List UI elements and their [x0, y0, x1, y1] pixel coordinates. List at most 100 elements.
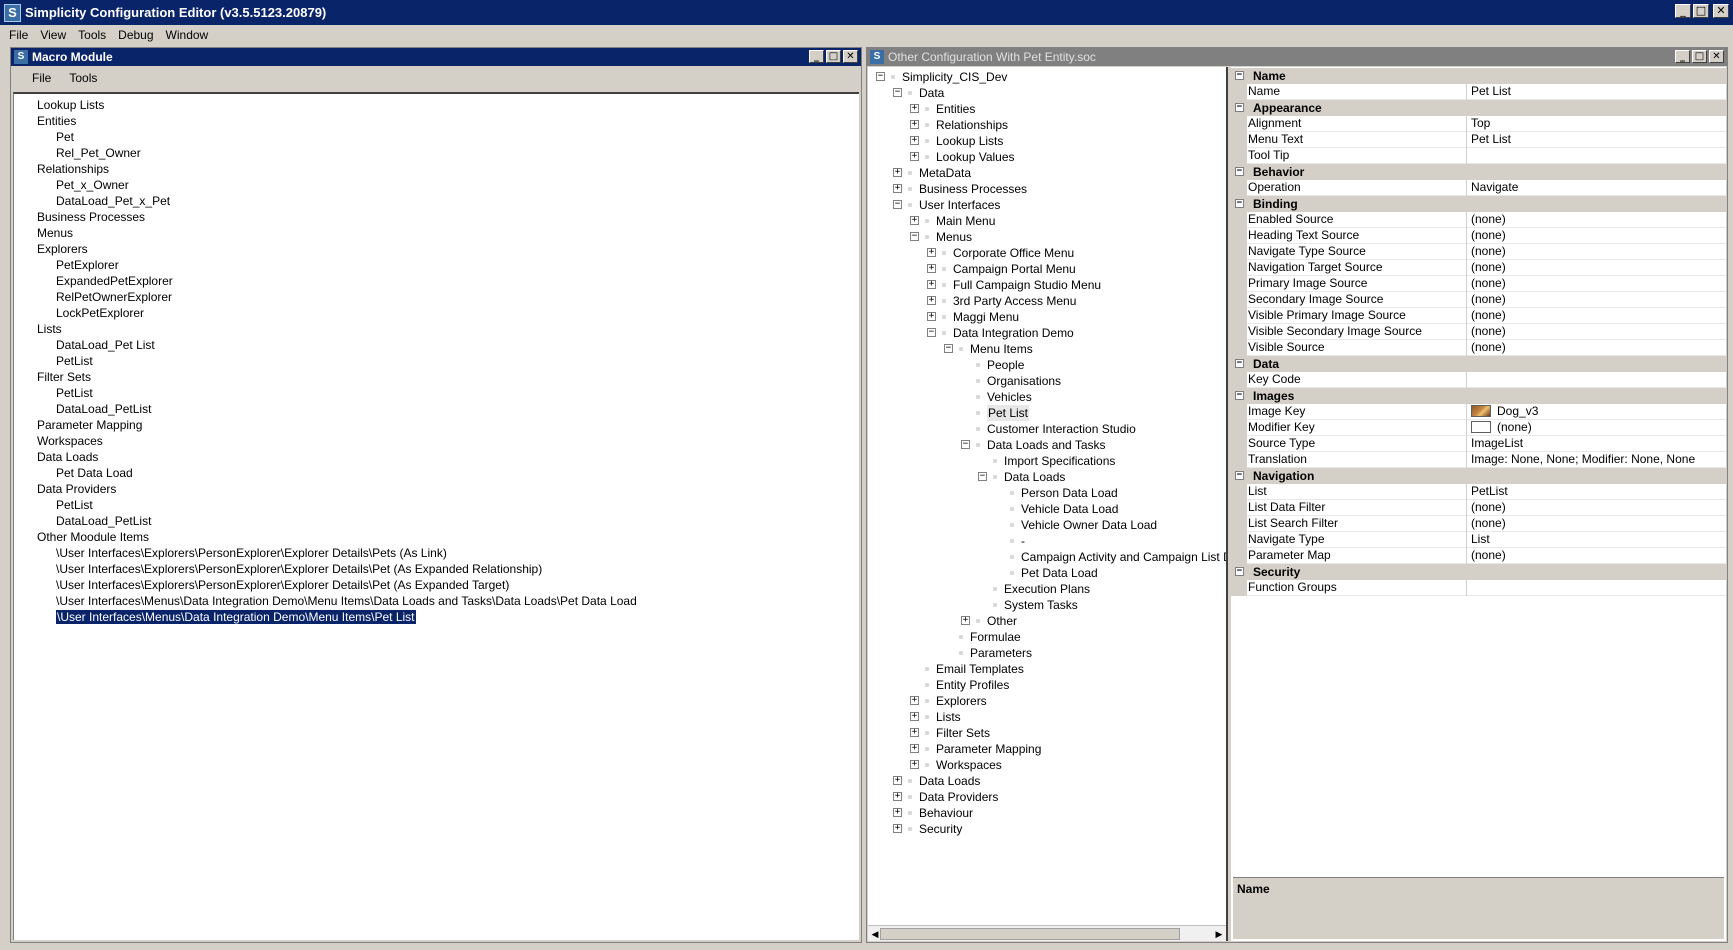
configuration-tree[interactable]: − Simplicity_CIS_Dev − Data + Entities + Relati… [868, 67, 1226, 837]
config-close-button[interactable]: ✕ [1709, 50, 1724, 63]
tree-node[interactable]: Import Specifications [868, 453, 1226, 469]
minimize-button[interactable]: _ [1675, 4, 1691, 18]
macro-list-item[interactable]: PetList [14, 385, 859, 401]
property-row[interactable]: Enabled Source (none) [1231, 212, 1726, 228]
macro-menu-file[interactable]: File [23, 71, 60, 85]
property-row[interactable]: Alignment Top [1231, 116, 1726, 132]
tree-node[interactable]: − Data Loads and Tasks [868, 437, 1226, 453]
property-value[interactable]: List [1469, 532, 1726, 548]
property-value[interactable]: (none) [1469, 228, 1726, 244]
close-button[interactable]: ✕ [1713, 4, 1729, 18]
macro-items-list[interactable]: Lookup Lists Entities Pet Rel_Pet_Owner Rela… [13, 92, 859, 940]
macro-list-item[interactable]: Lookup Lists [14, 97, 859, 113]
property-row[interactable]: Modifier Key (none) [1231, 420, 1726, 436]
macro-close-button[interactable]: ✕ [843, 50, 858, 63]
tree-node[interactable]: + Corporate Office Menu [868, 245, 1226, 261]
macro-list-item[interactable]: Lists [14, 321, 859, 337]
expand-icon[interactable]: + [910, 136, 919, 145]
macro-list-item[interactable]: RelPetOwnerExplorer [14, 289, 859, 305]
property-row[interactable]: Menu Text Pet List [1231, 132, 1726, 148]
tree-node[interactable]: + Lists [868, 709, 1226, 725]
scrollbar-thumb[interactable] [880, 928, 1180, 940]
expand-icon[interactable]: + [910, 760, 919, 769]
tree-node[interactable]: + Lookup Lists [868, 133, 1226, 149]
macro-list-item[interactable]: Parameter Mapping [14, 417, 859, 433]
macro-list-item[interactable]: Menus [14, 225, 859, 241]
collapse-icon[interactable]: − [927, 328, 936, 337]
tree-node[interactable]: System Tasks [868, 597, 1226, 613]
tree-node[interactable]: Vehicle Data Load [868, 501, 1226, 517]
tree-node[interactable]: + Relationships [868, 117, 1226, 133]
macro-list-item[interactable]: PetExplorer [14, 257, 859, 273]
expand-icon[interactable]: + [910, 696, 919, 705]
property-value[interactable]: Image: None, None; Modifier: None, None [1469, 452, 1726, 468]
menu-debug[interactable]: Debug [112, 28, 159, 42]
tree-node[interactable]: + Other [868, 613, 1226, 629]
tree-node[interactable]: +3rd Party Access Menu [868, 293, 1226, 309]
collapse-icon[interactable]: − [1235, 167, 1244, 176]
tree-node[interactable]: Pet List [868, 405, 1226, 421]
property-category[interactable]: − Name [1231, 68, 1726, 84]
expand-icon[interactable]: + [893, 776, 902, 785]
menu-view[interactable]: View [34, 28, 72, 42]
scroll-left-arrow-icon[interactable]: ◀ [870, 928, 880, 940]
tree-node[interactable]: + Behaviour [868, 805, 1226, 821]
property-value[interactable]: Top [1469, 116, 1726, 132]
collapse-icon[interactable]: − [910, 232, 919, 241]
property-value[interactable]: (none) [1469, 548, 1726, 564]
expand-icon[interactable]: + [910, 104, 919, 113]
property-value[interactable]: (none) [1469, 212, 1726, 228]
scroll-right-arrow-icon[interactable]: ▶ [1214, 928, 1224, 940]
macro-menu-tools[interactable]: Tools [60, 71, 106, 85]
expand-icon[interactable]: + [927, 296, 936, 305]
menu-tools[interactable]: Tools [72, 28, 112, 42]
macro-maximize-button[interactable]: □ [826, 50, 841, 63]
property-row[interactable]: Key Code [1231, 372, 1726, 388]
property-row[interactable]: + Function Groups [1231, 580, 1726, 596]
property-value[interactable]: (none) [1469, 244, 1726, 260]
property-value[interactable]: (none) [1469, 324, 1726, 340]
property-value[interactable]: (none) [1469, 308, 1726, 324]
collapse-icon[interactable]: − [1235, 391, 1244, 400]
macro-list-item[interactable]: LockPetExplorer [14, 305, 859, 321]
tree-horizontal-scrollbar[interactable]: ◀ ▶ [868, 925, 1226, 941]
property-category[interactable]: − Appearance [1231, 100, 1726, 116]
menu-file[interactable]: File [3, 28, 34, 42]
tree-node[interactable]: Formulae [868, 629, 1226, 645]
tree-node[interactable]: − Data Loads [868, 469, 1226, 485]
property-category[interactable]: − Data [1231, 356, 1726, 372]
tree-node[interactable]: Parameters [868, 645, 1226, 661]
property-row[interactable]: List Search Filter (none) [1231, 516, 1726, 532]
expand-icon[interactable]: + [893, 824, 902, 833]
property-value[interactable]: (none) [1469, 500, 1726, 516]
menu-window[interactable]: Window [160, 28, 215, 42]
property-row[interactable]: List Data Filter (none) [1231, 500, 1726, 516]
collapse-icon[interactable]: − [1235, 471, 1244, 480]
tree-node[interactable]: + Lookup Values [868, 149, 1226, 165]
property-row[interactable]: Navigation Target Source (none) [1231, 260, 1726, 276]
expand-icon[interactable]: + [961, 616, 970, 625]
property-row[interactable]: Heading Text Source (none) [1231, 228, 1726, 244]
property-value[interactable]: (none) [1469, 420, 1726, 436]
tree-node[interactable]: + Maggi Menu [868, 309, 1226, 325]
tree-node[interactable]: + Security [868, 821, 1226, 837]
expand-icon[interactable]: + [927, 248, 936, 257]
macro-list-item[interactable]: Business Processes [14, 209, 859, 225]
property-value[interactable]: Pet List [1469, 84, 1726, 100]
property-value[interactable] [1469, 580, 1726, 596]
tree-node[interactable]: Vehicles [868, 389, 1226, 405]
macro-list-item[interactable]: Data Loads [14, 449, 859, 465]
property-value[interactable]: Pet List [1469, 132, 1726, 148]
collapse-icon[interactable]: − [961, 440, 970, 449]
property-value[interactable]: (none) [1469, 276, 1726, 292]
property-row[interactable]: Image Key Dog_v3 [1231, 404, 1726, 420]
collapse-icon[interactable]: − [978, 472, 987, 481]
macro-list-item[interactable]: Entities [14, 113, 859, 129]
macro-list-item[interactable]: Data Providers [14, 481, 859, 497]
property-row[interactable]: Tool Tip [1231, 148, 1726, 164]
property-value[interactable]: PetList [1469, 484, 1726, 500]
property-category[interactable]: − Navigation [1231, 468, 1726, 484]
property-value[interactable]: (none) [1469, 292, 1726, 308]
macro-list-item[interactable]: DataLoad_PetList [14, 401, 859, 417]
tree-node[interactable]: + Explorers [868, 693, 1226, 709]
